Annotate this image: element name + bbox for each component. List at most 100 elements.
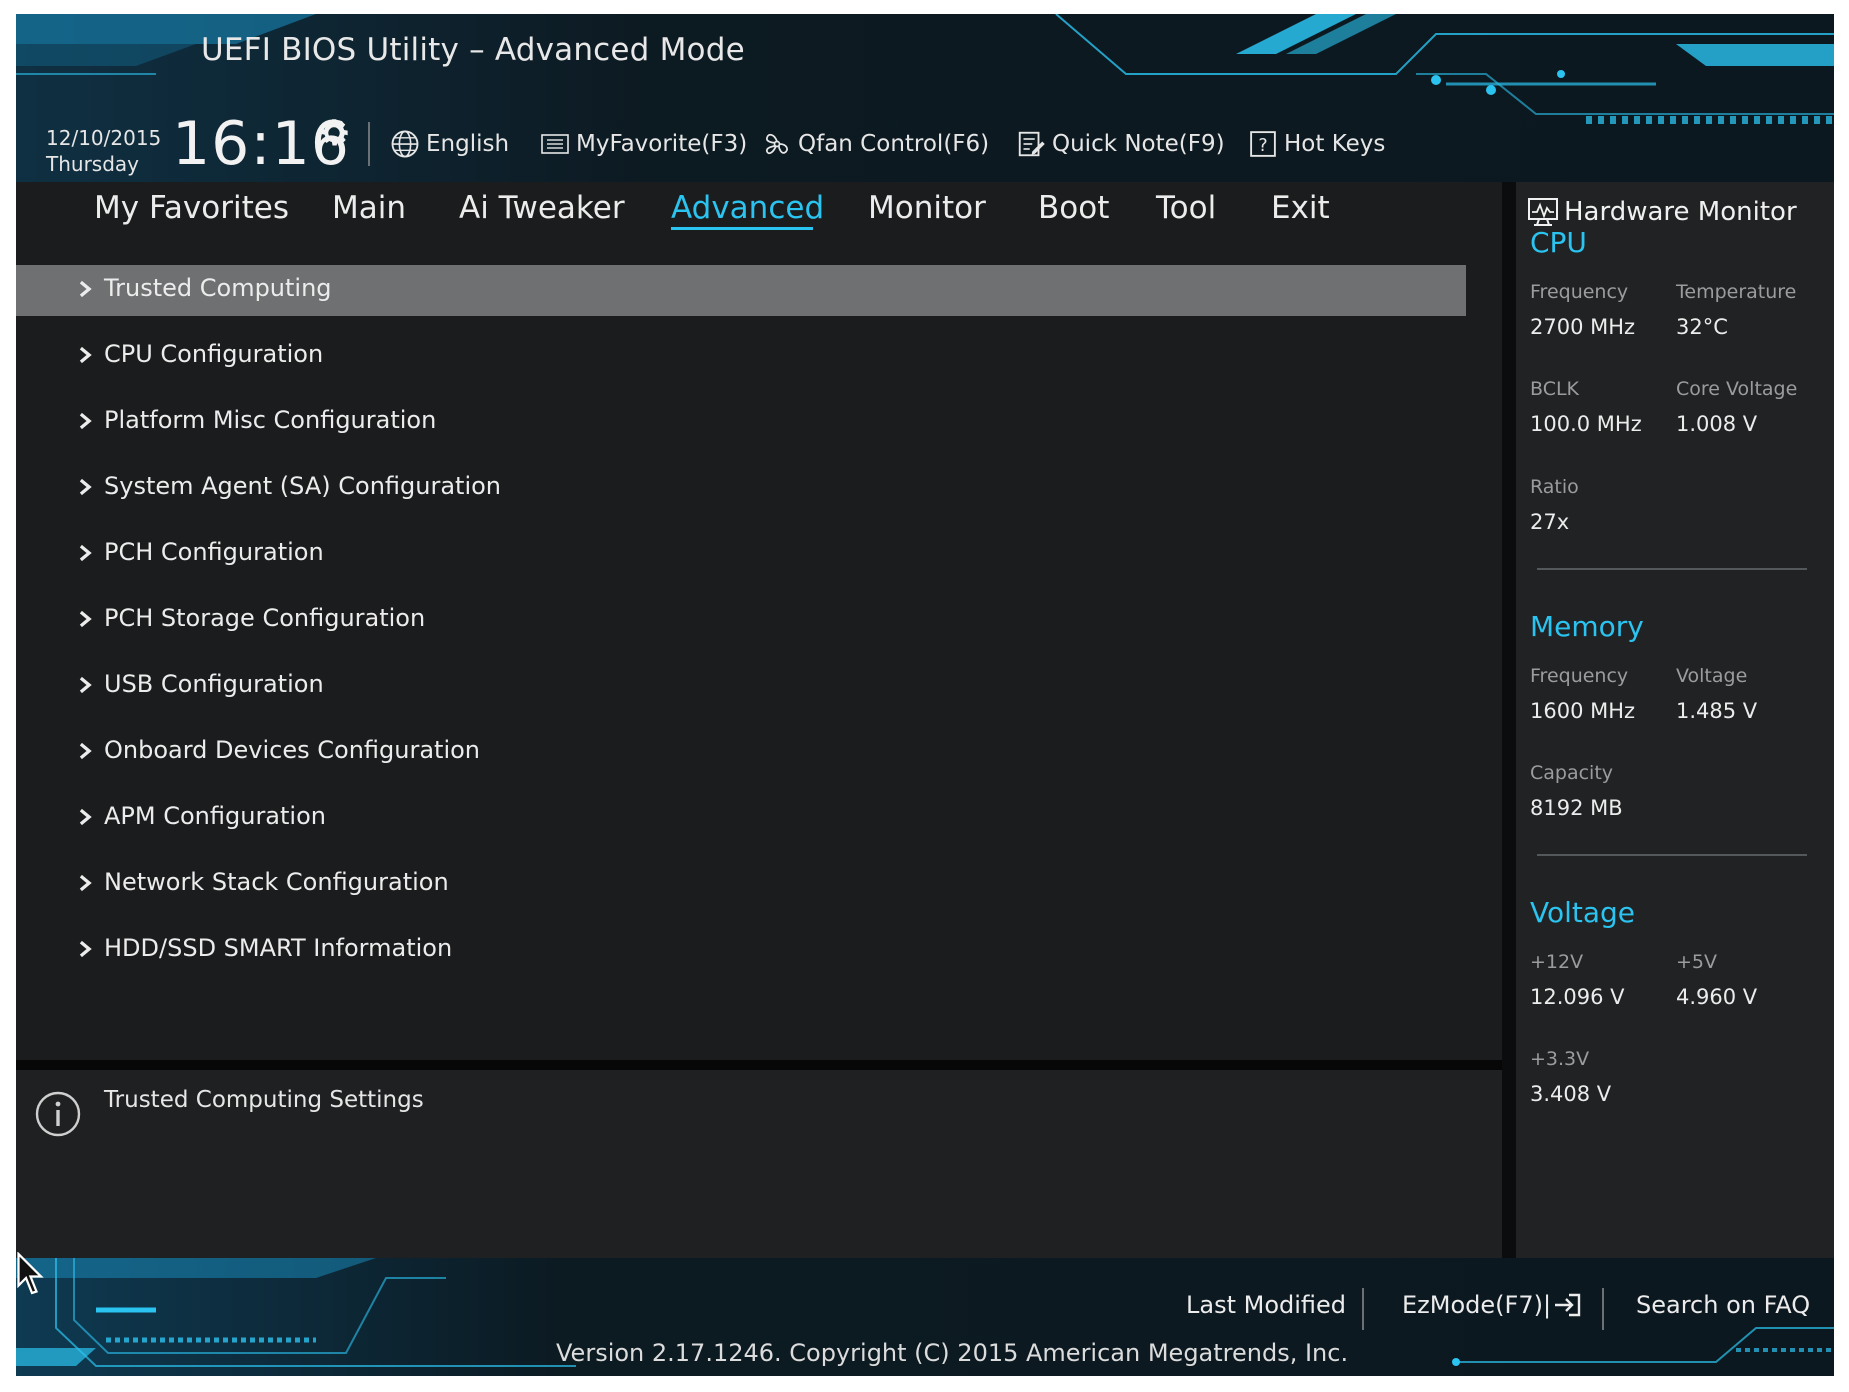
note-icon <box>1018 131 1045 157</box>
hardware-monitor-panel: Hardware Monitor CPU Frequency Temperatu… <box>1516 182 1834 1258</box>
menu-item-label: System Agent (SA) Configuration <box>104 472 502 500</box>
tab-monitor[interactable]: Monitor <box>868 190 986 226</box>
v5-value: 4.960 V <box>1676 985 1758 1009</box>
chevron-right-icon <box>79 412 92 430</box>
memory-capacity-value: 8192 MB <box>1530 796 1623 820</box>
menu-item-platform-misc-configuration[interactable]: Platform Misc Configuration <box>16 397 1466 448</box>
ratio-value: 27x <box>1530 510 1570 534</box>
ratio-label: Ratio <box>1530 476 1579 498</box>
main-nav: My Favorites Main Ai Tweaker Advanced Mo… <box>16 182 1502 244</box>
language-button[interactable]: English <box>390 124 509 164</box>
cpu-frequency-label: Frequency <box>1530 281 1629 303</box>
cpu-frequency-value: 2700 MHz <box>1530 315 1636 339</box>
menu-item-cpu-configuration[interactable]: CPU Configuration <box>16 331 1466 382</box>
menu-item-label: CPU Configuration <box>104 340 324 368</box>
memory-voltage-label: Voltage <box>1676 665 1748 687</box>
quick-note-button[interactable]: Quick Note(F9) <box>1016 124 1225 164</box>
myfavorite-label: MyFavorite(F3) <box>576 131 748 157</box>
tab-main[interactable]: Main <box>332 190 406 226</box>
menu-item-label: Platform Misc Configuration <box>104 406 437 434</box>
ezmode-button[interactable]: EzMode(F7)| <box>1402 1291 1583 1319</box>
menu-item-label: APM Configuration <box>104 802 326 830</box>
menu-item-network-stack-configuration[interactable]: Network Stack Configuration <box>16 859 1466 910</box>
search-faq-button[interactable]: Search on FAQ <box>1636 1291 1810 1319</box>
tab-my-favorites[interactable]: My Favorites <box>94 190 289 226</box>
chevron-right-icon <box>79 742 92 760</box>
bios-screen: UEFI BIOS Utility – Advanced Mode 12/10/… <box>16 14 1834 1376</box>
active-tab-underline <box>671 227 813 230</box>
chevron-right-icon <box>79 676 92 694</box>
qfan-control-button[interactable]: Qfan Control(F6) <box>762 124 989 164</box>
last-modified-button[interactable]: Last Modified <box>1186 1291 1346 1319</box>
cpu-temperature-label: Temperature <box>1676 281 1797 303</box>
tab-boot[interactable]: Boot <box>1038 190 1109 226</box>
menu-item-onboard-devices-configuration[interactable]: Onboard Devices Configuration <box>16 727 1466 778</box>
memory-frequency-value: 1600 MHz <box>1530 699 1636 723</box>
mouse-cursor-icon <box>17 1252 44 1295</box>
copyright-text: Version 2.17.1246. Copyright (C) 2015 Am… <box>556 1339 1349 1367</box>
tab-advanced[interactable]: Advanced <box>671 190 824 226</box>
cpu-heading: CPU <box>1530 226 1587 259</box>
bclk-label: BCLK <box>1530 378 1580 400</box>
menu-item-system-agent-configuration[interactable]: System Agent (SA) Configuration <box>16 463 1466 514</box>
v12-label: +12V <box>1530 951 1584 973</box>
chevron-right-icon <box>79 874 92 892</box>
header-divider <box>368 122 370 166</box>
advanced-menu-list: Trusted Computing CPU Configuration Plat… <box>16 250 1466 1070</box>
help-description: Trusted Computing Settings <box>104 1087 424 1113</box>
favorites-list-icon <box>541 134 569 154</box>
window-title: UEFI BIOS Utility – Advanced Mode <box>201 32 745 68</box>
menu-item-label: Onboard Devices Configuration <box>104 736 481 764</box>
info-icon <box>35 1091 81 1137</box>
exit-arrow-icon <box>1555 1293 1581 1317</box>
chevron-right-icon <box>79 346 92 364</box>
hardware-monitor-divider <box>1502 182 1516 1258</box>
language-label: English <box>426 131 510 157</box>
v5-label: +5V <box>1676 951 1718 973</box>
header-bar: UEFI BIOS Utility – Advanced Mode 12/10/… <box>16 14 1834 182</box>
svg-text:?: ? <box>1258 136 1267 156</box>
v33-value: 3.408 V <box>1530 1082 1612 1106</box>
chevron-right-icon <box>79 808 92 826</box>
menu-item-label: Network Stack Configuration <box>104 868 449 896</box>
tab-tool[interactable]: Tool <box>1156 190 1216 226</box>
menu-item-trusted-computing[interactable]: Trusted Computing <box>16 265 1466 316</box>
menu-item-pch-configuration[interactable]: PCH Configuration <box>16 529 1466 580</box>
section-divider <box>1537 568 1807 570</box>
menu-item-pch-storage-configuration[interactable]: PCH Storage Configuration <box>16 595 1466 646</box>
bclk-value: 100.0 MHz <box>1530 412 1642 436</box>
myfavorite-button[interactable]: MyFavorite(F3) <box>540 124 747 164</box>
quick-note-label: Quick Note(F9) <box>1052 131 1225 157</box>
chevron-right-icon <box>79 544 92 562</box>
hardware-monitor-title: Hardware Monitor <box>1564 197 1797 227</box>
globe-icon <box>391 130 419 158</box>
date-display: 12/10/2015 Thursday <box>46 125 161 177</box>
gear-icon[interactable] <box>316 115 352 151</box>
tab-exit[interactable]: Exit <box>1271 190 1330 226</box>
memory-voltage-value: 1.485 V <box>1676 699 1758 723</box>
core-voltage-value: 1.008 V <box>1676 412 1758 436</box>
ezmode-label: EzMode(F7)| <box>1402 1291 1552 1319</box>
chevron-right-icon <box>79 280 92 298</box>
footer-bar: Last Modified EzMode(F7)| Search on FAQ … <box>16 1258 1834 1376</box>
core-voltage-label: Core Voltage <box>1676 378 1798 400</box>
hot-keys-button[interactable]: ? Hot Keys <box>1248 124 1385 164</box>
voltage-heading: Voltage <box>1530 896 1636 929</box>
menu-item-hdd-ssd-smart-information[interactable]: HDD/SSD SMART Information <box>16 925 1466 976</box>
help-panel: Trusted Computing Settings <box>16 1070 1502 1258</box>
v33-label: +3.3V <box>1530 1048 1590 1070</box>
v12-value: 12.096 V <box>1530 985 1625 1009</box>
fan-icon <box>765 133 788 155</box>
menu-item-apm-configuration[interactable]: APM Configuration <box>16 793 1466 844</box>
menu-item-usb-configuration[interactable]: USB Configuration <box>16 661 1466 712</box>
help-question-icon: ? <box>1250 131 1276 157</box>
hardware-monitor-header: Hardware Monitor <box>1526 196 1797 228</box>
menu-item-label: USB Configuration <box>104 670 324 698</box>
hot-keys-label: Hot Keys <box>1284 131 1386 157</box>
menu-item-label: HDD/SSD SMART Information <box>104 934 453 962</box>
menu-item-label: Trusted Computing <box>104 274 332 302</box>
tab-ai-tweaker[interactable]: Ai Tweaker <box>459 190 625 226</box>
menu-item-label: PCH Storage Configuration <box>104 604 426 632</box>
chevron-right-icon <box>79 478 92 496</box>
footer-separator <box>1362 1288 1364 1330</box>
